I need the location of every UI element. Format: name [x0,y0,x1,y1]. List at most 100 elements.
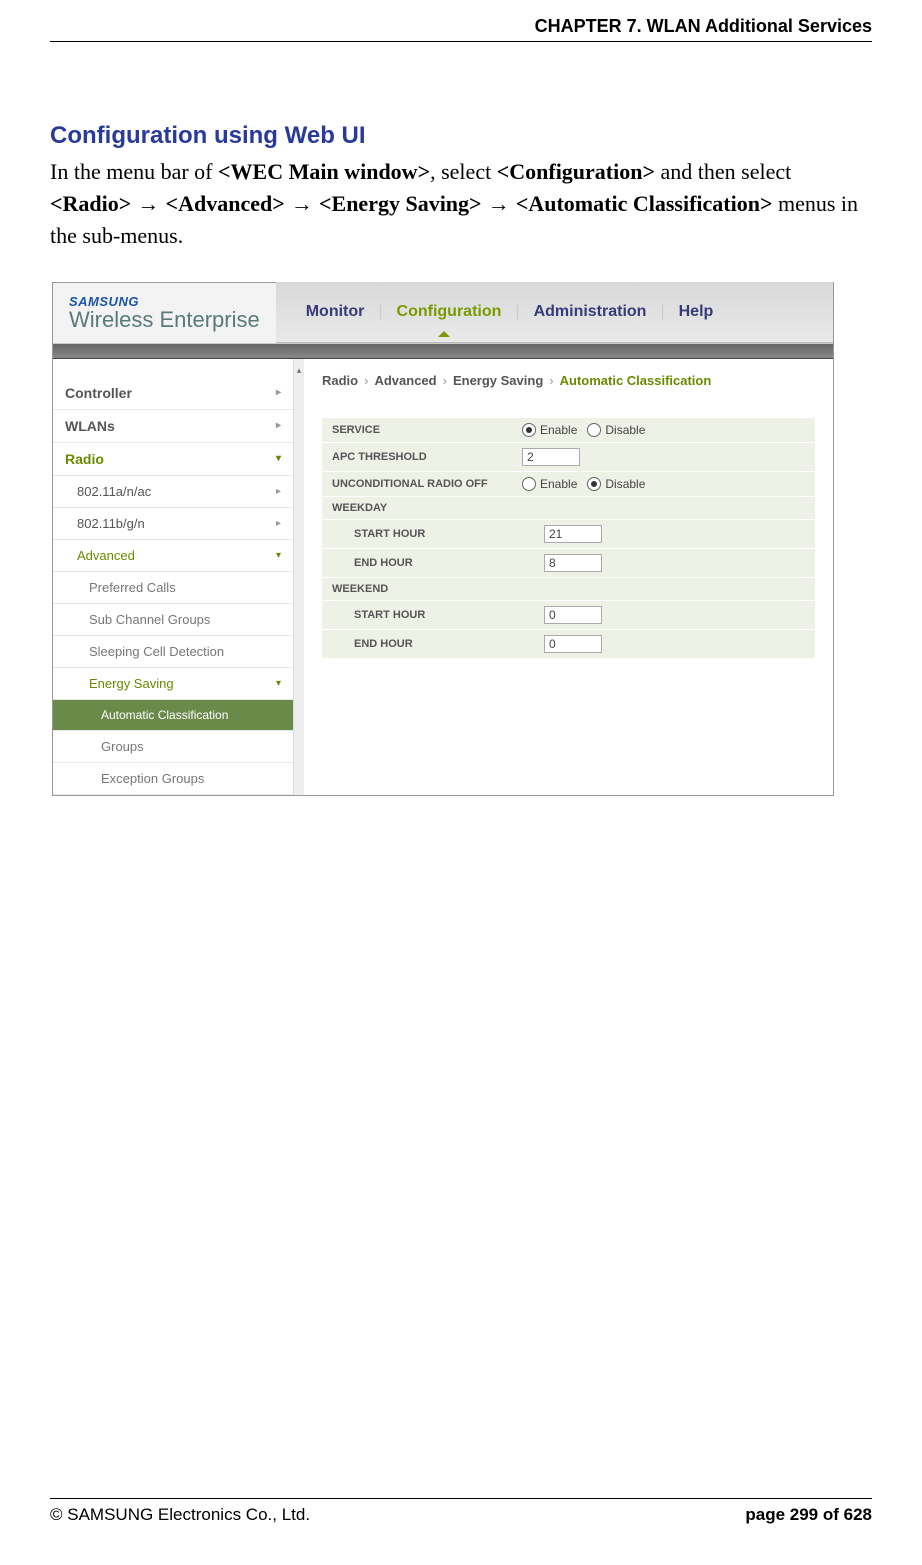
sidebar-label: WLANs [65,418,115,434]
sidebar-label: 802.11b/g/n [77,516,145,531]
sidebar-radio[interactable]: Radio ▾ [53,443,293,476]
row-service: SERVICE Enable Disable [322,418,815,443]
sidebar-label: Radio [65,451,104,467]
uro-label: UNCONDITIONAL RADIO OFF [332,478,522,490]
service-enable-radio[interactable]: Enable [522,423,577,437]
bc-energy-saving[interactable]: Energy Saving [453,373,543,388]
body-bold-2: <Configuration> [497,159,655,184]
radio-dot-icon [587,477,601,491]
section-title: Configuration using Web UI [50,122,872,150]
app-body: Controller▸ WLANs▸ Radio▾ 802.11a/n/ac▸ … [53,359,833,795]
body-paragraph: In the menu bar of <WEC Main window>, se… [50,156,872,252]
service-disable-radio[interactable]: Disable [587,423,645,437]
weekday-end-input[interactable]: 8 [544,554,602,572]
end-hour-label: END HOUR [332,638,544,650]
logo: SAMSUNG Wireless Enterprise [53,288,276,337]
row-weekend-end: END HOUR 0 [322,630,815,659]
scroll-up-icon: ▴ [297,365,302,376]
sidebar-preferred-calls[interactable]: Preferred Calls [53,572,293,604]
sidebar-groups[interactable]: Groups [53,731,293,763]
body-bold-3: <Radio> [50,191,131,216]
arrow-3: → [482,191,516,216]
start-hour-label: START HOUR [332,609,544,621]
app-header: SAMSUNG Wireless Enterprise Monitor | Co… [53,283,833,344]
body-bold-4: <Advanced> [166,191,285,216]
embedded-screenshot: SAMSUNG Wireless Enterprise Monitor | Co… [52,282,834,796]
caret-right-icon: ▸ [276,387,281,398]
nav-sep: | [515,303,519,321]
bc-automatic-classification: Automatic Classification [560,373,712,388]
sidebar-label: Automatic Classification [101,708,228,722]
radio-dot-icon [522,477,536,491]
sidebar-label: 802.11a/n/ac [77,484,151,499]
sub-bar [53,344,833,359]
nav-help[interactable]: Help [679,303,714,321]
sidebar-automatic-classification[interactable]: Automatic Classification [53,700,293,731]
row-weekday-start: START HOUR 21 [322,520,815,549]
end-hour-label: END HOUR [332,557,544,569]
footer-copyright: © SAMSUNG Electronics Co., Ltd. [50,1505,310,1525]
page-footer: © SAMSUNG Electronics Co., Ltd. page 299… [50,1498,872,1525]
sidebar-label: Exception Groups [101,771,204,786]
weekend-end-input[interactable]: 0 [544,635,602,653]
sidebar-label: Advanced [77,548,135,563]
sidebar-label: Groups [101,739,144,754]
radio-label: Enable [540,423,577,437]
bc-advanced[interactable]: Advanced [374,373,436,388]
sidebar-80211b[interactable]: 802.11b/g/n ▸ [53,508,293,540]
bc-sep: › [364,373,368,388]
bc-sep: › [549,373,553,388]
sidebar-label: Sleeping Cell Detection [89,644,224,659]
bc-radio[interactable]: Radio [322,373,358,388]
sidebar-80211a[interactable]: 802.11a/n/ac ▸ [53,476,293,508]
sidebar-label: Preferred Calls [89,580,176,595]
scrollbar[interactable]: ▴ [294,359,304,795]
sidebar-sleeping-cell[interactable]: Sleeping Cell Detection [53,636,293,668]
weekend-start-input[interactable]: 0 [544,606,602,624]
weekday-start-input[interactable]: 21 [544,525,602,543]
sidebar-sub-channel[interactable]: Sub Channel Groups [53,604,293,636]
row-weekday-header: WEEKDAY [322,497,815,520]
apc-threshold-input[interactable]: 2 [522,448,580,466]
nav-monitor[interactable]: Monitor [306,303,365,321]
row-apc-threshold: APC THRESHOLD 2 [322,443,815,472]
caret-down-icon: ▾ [276,550,281,561]
sidebar: Controller▸ WLANs▸ Radio▾ 802.11a/n/ac▸ … [53,359,294,795]
nav-administration[interactable]: Administration [534,303,647,321]
sidebar-exception-groups[interactable]: Exception Groups [53,763,293,795]
apc-threshold-label: APC THRESHOLD [332,451,522,463]
sidebar-energy-saving[interactable]: Energy Saving▾ [53,668,293,700]
caret-right-icon: ▸ [276,486,281,497]
nav-sep: | [378,303,382,321]
body-intro-1: In the menu bar of [50,159,218,184]
sidebar-wlans[interactable]: WLANs▸ [53,410,293,443]
sidebar-controller[interactable]: Controller ▸ [53,377,293,410]
weekday-label: WEEKDAY [332,502,522,514]
arrow-1: → [131,191,165,216]
body-bold-1: <WEC Main window> [218,159,430,184]
row-weekend-start: START HOUR 0 [322,601,815,630]
body-intro-3: and then select [655,159,791,184]
chapter-header: CHAPTER 7. WLAN Additional Services [50,0,872,42]
uro-enable-radio[interactable]: Enable [522,477,577,491]
weekend-label: WEEKEND [332,583,522,595]
logo-line2: Wireless Enterprise [69,307,260,333]
row-weekday-end: END HOUR 8 [322,549,815,578]
sidebar-label: Sub Channel Groups [89,612,210,627]
sidebar-label: Energy Saving [89,676,174,691]
nav-configuration[interactable]: Configuration [397,303,502,321]
radio-label: Enable [540,477,577,491]
nav-sep: | [660,303,664,321]
sidebar-advanced[interactable]: Advanced ▾ [53,540,293,572]
caret-down-icon: ▾ [276,453,281,464]
main-panel: Radio › Advanced › Energy Saving › Automatic C… [304,359,833,795]
arrow-2: → [285,191,319,216]
uro-disable-radio[interactable]: Disable [587,477,645,491]
row-weekend-header: WEEKEND [322,578,815,601]
radio-label: Disable [605,423,645,437]
radio-dot-icon [587,423,601,437]
service-label: SERVICE [332,424,522,436]
caret-right-icon: ▸ [276,518,281,529]
bc-sep: › [443,373,447,388]
sidebar-label: Controller [65,385,132,401]
